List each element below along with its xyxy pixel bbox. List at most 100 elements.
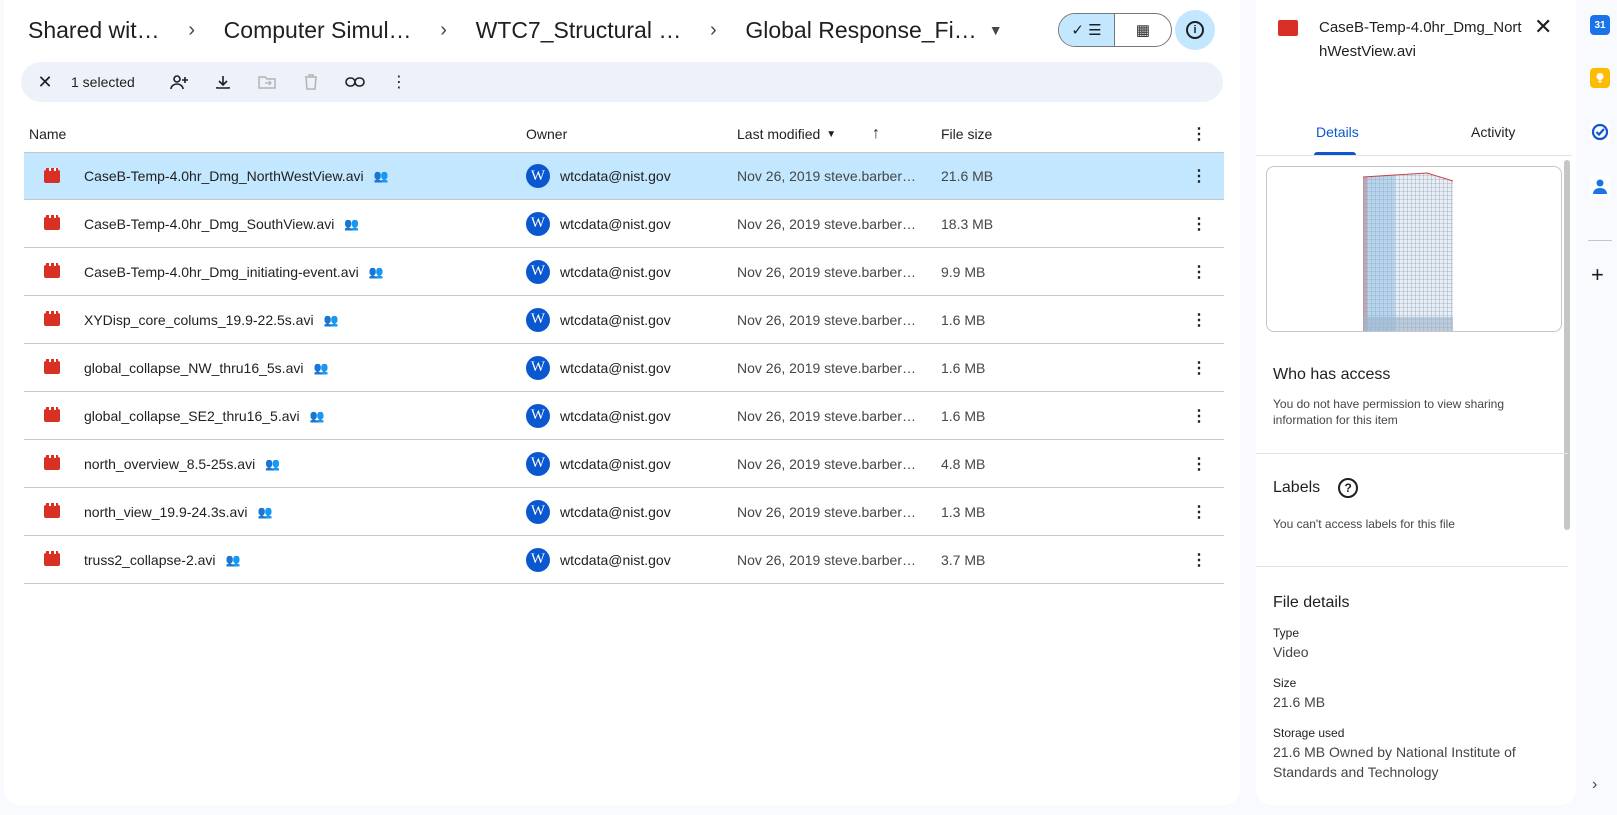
more-vert-icon[interactable]: ⋮ bbox=[1191, 262, 1207, 282]
size-value: 21.6 MB bbox=[1273, 694, 1326, 710]
tab-activity[interactable]: Activity bbox=[1471, 124, 1515, 140]
clear-selection-icon[interactable]: ✕ bbox=[33, 72, 57, 93]
file-size: 1.6 MB bbox=[941, 311, 986, 328]
keep-icon[interactable] bbox=[1590, 68, 1610, 88]
file-name: north_overview_8.5-25s.avi bbox=[84, 455, 256, 472]
more-vert-icon[interactable]: ⋮ bbox=[1191, 214, 1207, 234]
shared-people-icon: 👥 bbox=[323, 312, 339, 327]
file-name: north_view_19.9-24.3s.avi bbox=[84, 503, 248, 520]
more-vert-icon[interactable]: ⋮ bbox=[1191, 166, 1207, 186]
table-row[interactable]: CaseB-Temp-4.0hr_Dmg_NorthWestView.avi 👥 … bbox=[24, 152, 1224, 200]
tasks-icon[interactable] bbox=[1590, 122, 1610, 142]
shared-people-icon: 👥 bbox=[368, 264, 384, 279]
column-owner[interactable]: Owner bbox=[526, 126, 567, 142]
owner-email: wtcdata@nist.gov bbox=[560, 407, 671, 424]
shared-people-icon: 👥 bbox=[225, 552, 241, 567]
chevron-right-icon[interactable]: › bbox=[1592, 776, 1597, 794]
calendar-day: 31 bbox=[1594, 19, 1606, 31]
file-size: 1.6 MB bbox=[941, 359, 986, 376]
access-text: You do not have permission to view shari… bbox=[1273, 397, 1505, 427]
table-row[interactable]: CaseB-Temp-4.0hr_Dmg_SouthView.avi 👥 Wwtc… bbox=[24, 200, 1224, 248]
table-row[interactable]: north_view_19.9-24.3s.avi 👥 Wwtcdata@nist… bbox=[24, 488, 1224, 536]
access-title: Who has access bbox=[1273, 366, 1391, 383]
panel-tabs: Details Activity bbox=[1256, 112, 1572, 156]
close-icon[interactable]: ✕ bbox=[1534, 14, 1552, 40]
column-last-modified-label: Last modified bbox=[737, 126, 821, 142]
selection-toolbar: ✕ 1 selected ⋮ bbox=[21, 62, 1223, 102]
link-icon[interactable] bbox=[333, 66, 377, 98]
more-vert-icon[interactable]: ⋮ bbox=[1191, 454, 1207, 474]
calendar-icon[interactable]: 31 bbox=[1590, 15, 1610, 35]
plus-icon[interactable]: + bbox=[1591, 262, 1604, 288]
contacts-icon[interactable] bbox=[1590, 176, 1610, 196]
breadcrumb-item-shared[interactable]: Shared wit… bbox=[24, 17, 164, 44]
type-value: Video bbox=[1273, 644, 1309, 660]
file-name: truss2_collapse-2.avi bbox=[84, 551, 216, 568]
labels-title: Labels bbox=[1273, 479, 1321, 497]
owner-email: wtcdata@nist.gov bbox=[560, 455, 671, 472]
storage-value: 21.6 MB Owned by National Institute of S… bbox=[1273, 744, 1516, 780]
tab-details[interactable]: Details bbox=[1316, 124, 1359, 140]
file-name: XYDisp_core_colums_19.9-22.5s.avi bbox=[84, 311, 314, 328]
more-vert-icon[interactable]: ⋮ bbox=[1191, 124, 1207, 144]
who-has-access-section: Who has access You do not have permissio… bbox=[1273, 366, 1563, 428]
last-modified: Nov 26, 2019 steve.barber… bbox=[737, 168, 916, 184]
last-modified: Nov 26, 2019 steve.barber… bbox=[737, 455, 916, 472]
more-vert-icon[interactable]: ⋮ bbox=[1191, 406, 1207, 426]
avatar: W bbox=[526, 211, 550, 236]
file-list: CaseB-Temp-4.0hr_Dmg_NorthWestView.avi 👥 … bbox=[24, 152, 1224, 584]
panel-file-title: CaseB-Temp-4.0hr_Dmg_NorthWestView.avi bbox=[1319, 19, 1522, 60]
table-row[interactable]: north_overview_8.5-25s.avi 👥 Wwtcdata@nis… bbox=[24, 440, 1224, 488]
labels-section: Labels? You can't access labels for this… bbox=[1273, 478, 1563, 532]
avatar: W bbox=[526, 307, 550, 332]
share-icon[interactable] bbox=[157, 66, 201, 98]
more-vert-icon[interactable]: ⋮ bbox=[1191, 310, 1207, 330]
table-row[interactable]: XYDisp_core_colums_19.9-22.5s.avi 👥 Wwtcd… bbox=[24, 296, 1224, 344]
more-vert-icon[interactable]: ⋮ bbox=[1191, 358, 1207, 378]
video-file-icon bbox=[44, 359, 60, 374]
list-view-button[interactable]: ✓ ☰ bbox=[1059, 14, 1116, 46]
download-icon[interactable] bbox=[201, 66, 245, 98]
avatar: W bbox=[526, 259, 550, 284]
caret-down-icon: ▼ bbox=[826, 128, 837, 140]
breadcrumb-item-computer-simulation[interactable]: Computer Simul… bbox=[220, 17, 416, 44]
help-icon[interactable]: ? bbox=[1338, 478, 1359, 498]
column-last-modified[interactable]: Last modified ▼ bbox=[737, 126, 836, 142]
table-row[interactable]: truss2_collapse-2.avi 👥 Wwtcdata@nist.gov… bbox=[24, 536, 1224, 584]
owner-email: wtcdata@nist.gov bbox=[560, 263, 671, 280]
shared-people-icon: 👥 bbox=[344, 216, 360, 231]
more-vert-icon[interactable]: ⋮ bbox=[1191, 502, 1207, 522]
file-preview-thumbnail[interactable] bbox=[1266, 166, 1562, 332]
shared-people-icon: 👥 bbox=[309, 408, 325, 423]
breadcrumb-item-current-folder[interactable]: Global Response_Fi… bbox=[741, 17, 980, 44]
table-header: Name Owner Last modified ▼ ↑ File size ⋮ bbox=[24, 116, 1224, 152]
building-model-image bbox=[1362, 172, 1454, 331]
more-vert-icon[interactable]: ⋮ bbox=[1191, 550, 1207, 570]
caret-down-icon[interactable]: ▼ bbox=[989, 22, 1003, 38]
breadcrumb-item-wtc7[interactable]: WTC7_Structural … bbox=[472, 17, 686, 44]
info-icon: i bbox=[1186, 21, 1204, 39]
storage-label: Storage used bbox=[1273, 726, 1345, 740]
view-toggle: ✓ ☰ ▦ bbox=[1058, 13, 1172, 47]
details-toggle-button[interactable]: i bbox=[1175, 10, 1215, 50]
file-size: 3.7 MB bbox=[941, 551, 986, 568]
owner-email: wtcdata@nist.gov bbox=[560, 168, 671, 184]
column-file-size[interactable]: File size bbox=[941, 126, 992, 142]
table-row[interactable]: global_collapse_SE2_thru16_5.avi 👥 Wwtcda… bbox=[24, 392, 1224, 440]
panel-scrollbar[interactable] bbox=[1564, 160, 1570, 530]
sort-ascending-icon[interactable]: ↑ bbox=[872, 125, 880, 143]
column-name[interactable]: Name bbox=[29, 126, 66, 142]
shared-people-icon: 👥 bbox=[373, 169, 389, 183]
shared-people-icon: 👥 bbox=[257, 504, 273, 519]
more-vert-icon[interactable]: ⋮ bbox=[377, 66, 421, 98]
table-row[interactable]: global_collapse_NW_thru16_5s.avi 👥 Wwtcda… bbox=[24, 344, 1224, 392]
grid-view-button[interactable]: ▦ bbox=[1115, 14, 1171, 46]
owner-email: wtcdata@nist.gov bbox=[560, 311, 671, 328]
divider bbox=[1256, 566, 1568, 567]
labels-text: You can't access labels for this file bbox=[1273, 517, 1455, 531]
trash-icon bbox=[289, 66, 333, 98]
table-row[interactable]: CaseB-Temp-4.0hr_Dmg_initiating-event.av… bbox=[24, 248, 1224, 296]
file-size: 1.6 MB bbox=[941, 407, 986, 424]
video-file-icon bbox=[44, 455, 60, 470]
file-name: CaseB-Temp-4.0hr_Dmg_initiating-event.av… bbox=[84, 263, 359, 280]
